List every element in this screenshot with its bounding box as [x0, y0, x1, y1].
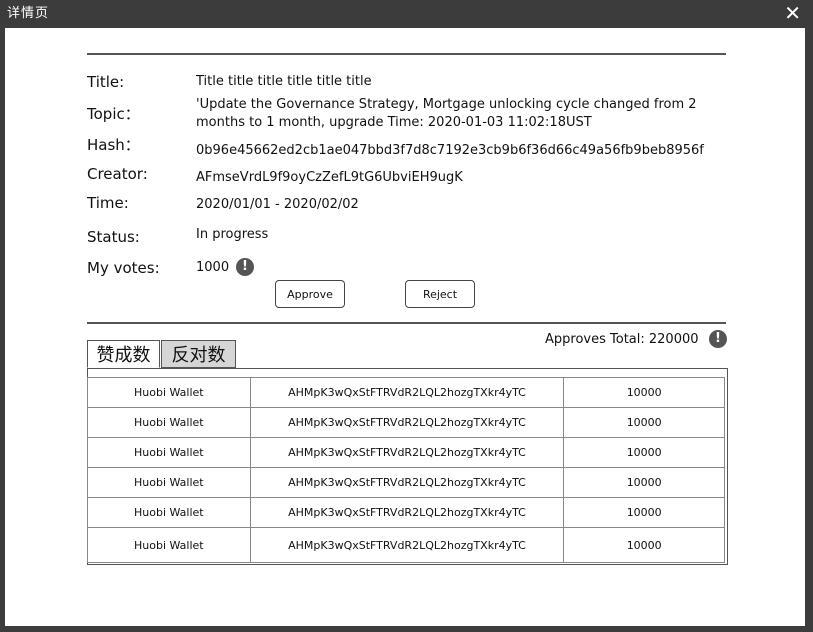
creator-label: Creator:	[87, 165, 148, 183]
approve-button[interactable]: Approve	[275, 280, 345, 308]
topic-label: Topic：	[87, 105, 140, 123]
creator-value: AFmseVrdL9f9oyCzZefL9tG6UbviEH9ugK	[196, 170, 463, 185]
topic-value-line2: months to 1 month, upgrade Time: 2020-01…	[196, 115, 592, 130]
status-label: Status:	[87, 228, 140, 246]
row-amount: 10000	[563, 377, 725, 408]
row-address: AHMpK3wQxStFTRVdR2LQL2hozgTXkr4yTC	[249, 467, 565, 498]
row-name: Huobi Wallet	[87, 377, 251, 408]
table-row: Huobi Wallet AHMpK3wQxStFTRVdR2LQL2hozgT…	[87, 377, 725, 408]
top-divider	[87, 53, 726, 55]
row-name: Huobi Wallet	[87, 467, 251, 498]
tab-rejects[interactable]: 反对数	[161, 340, 236, 368]
title-bar: 详情页 ✕	[0, 0, 813, 28]
hash-value: 0b96e45662ed2cb1ae047bbd3f7d8c7192e3cb9b…	[196, 143, 704, 158]
row-amount: 10000	[563, 467, 725, 498]
my-votes-label: My votes:	[87, 259, 160, 277]
row-name: Huobi Wallet	[87, 527, 251, 563]
close-icon[interactable]: ✕	[784, 2, 801, 24]
topic-value-line1: 'Update the Governance Strategy, Mortgag…	[196, 97, 697, 112]
title-value: Title title title title title title	[196, 74, 372, 89]
row-address: AHMpK3wQxStFTRVdR2LQL2hozgTXkr4yTC	[249, 437, 565, 468]
table-row: Huobi Wallet AHMpK3wQxStFTRVdR2LQL2hozgT…	[87, 467, 725, 498]
row-amount: 10000	[563, 527, 725, 563]
table-row: Huobi Wallet AHMpK3wQxStFTRVdR2LQL2hozgT…	[87, 497, 725, 528]
row-address: AHMpK3wQxStFTRVdR2LQL2hozgTXkr4yTC	[249, 407, 565, 438]
row-address: AHMpK3wQxStFTRVdR2LQL2hozgTXkr4yTC	[249, 527, 565, 563]
row-name: Huobi Wallet	[87, 497, 251, 528]
reject-button[interactable]: Reject	[405, 280, 475, 308]
title-label: Title:	[87, 73, 125, 91]
row-name: Huobi Wallet	[87, 407, 251, 438]
row-amount: 10000	[563, 407, 725, 438]
row-name: Huobi Wallet	[87, 437, 251, 468]
detail-panel: Title: Title title title title title tit…	[5, 28, 805, 626]
table-row: Huobi Wallet AHMpK3wQxStFTRVdR2LQL2hozgT…	[87, 437, 725, 468]
time-value: 2020/01/01 - 2020/02/02	[196, 197, 359, 212]
total-info-icon[interactable]: !	[709, 330, 727, 348]
row-address: AHMpK3wQxStFTRVdR2LQL2hozgTXkr4yTC	[249, 497, 565, 528]
time-label: Time:	[87, 194, 129, 212]
votes-info-icon[interactable]: !	[236, 258, 254, 276]
window-title: 详情页	[7, 6, 50, 21]
middle-divider	[87, 322, 726, 324]
votes-table: Huobi Wallet AHMpK3wQxStFTRVdR2LQL2hozgT…	[87, 377, 725, 563]
hash-label: Hash：	[87, 136, 140, 154]
my-votes-value: 1000	[196, 260, 230, 275]
row-amount: 10000	[563, 437, 725, 468]
approves-total: Approves Total: 220000	[545, 332, 699, 347]
row-amount: 10000	[563, 497, 725, 528]
table-row: Huobi Wallet AHMpK3wQxStFTRVdR2LQL2hozgT…	[87, 407, 725, 438]
table-row: Huobi Wallet AHMpK3wQxStFTRVdR2LQL2hozgT…	[87, 527, 725, 563]
status-value: In progress	[196, 227, 269, 242]
tab-approves[interactable]: 赞成数	[87, 340, 160, 368]
row-address: AHMpK3wQxStFTRVdR2LQL2hozgTXkr4yTC	[249, 377, 565, 408]
